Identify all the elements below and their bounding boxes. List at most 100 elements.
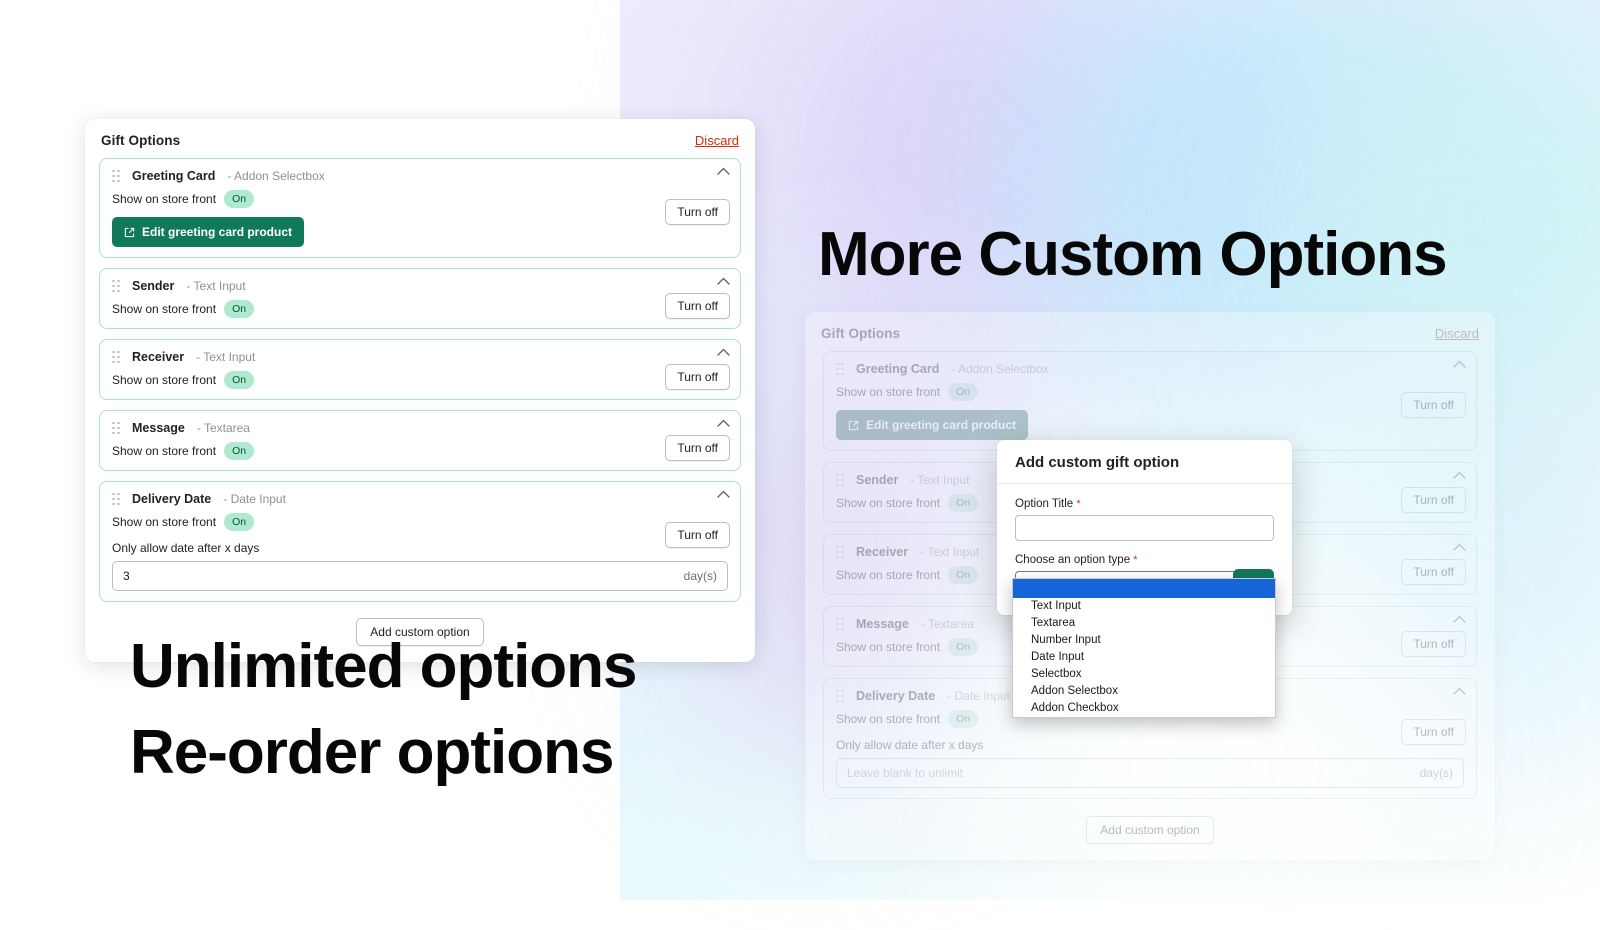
status-badge: On xyxy=(224,513,255,531)
drag-handle-icon[interactable] xyxy=(836,617,845,631)
drag-handle-icon[interactable] xyxy=(836,545,845,559)
turn-off-button[interactable]: Turn off xyxy=(1401,392,1466,418)
chevron-up-icon[interactable] xyxy=(1453,471,1466,479)
dropdown-item-blank[interactable] xyxy=(1013,579,1275,598)
option-name: Greeting Card xyxy=(132,169,216,183)
option-name: Delivery Date xyxy=(856,689,936,703)
edit-greeting-card-product-label: Edit greeting card product xyxy=(142,225,293,239)
show-on-store-front-label: Show on store front xyxy=(112,192,217,206)
option-name: Message xyxy=(132,421,185,435)
option-name: Message xyxy=(856,617,909,631)
chevron-up-icon[interactable] xyxy=(717,419,730,427)
drag-handle-icon[interactable] xyxy=(836,362,845,376)
chevron-up-icon[interactable] xyxy=(717,348,730,356)
option-header: Receiver - Text Input xyxy=(112,350,728,364)
status-badge: On xyxy=(948,494,979,512)
option-title-input[interactable] xyxy=(1015,515,1274,541)
edit-greeting-card-product-button[interactable]: Edit greeting card product xyxy=(112,217,305,247)
option-type: - Addon Selectbox xyxy=(227,169,325,183)
turn-off-button[interactable]: Turn off xyxy=(665,435,730,461)
chevron-up-icon[interactable] xyxy=(717,490,730,498)
chevron-up-icon[interactable] xyxy=(1453,687,1466,695)
dropdown-item-date-input[interactable]: Date Input xyxy=(1013,649,1275,666)
add-custom-option-button[interactable]: Add custom option xyxy=(1086,816,1214,844)
option-card-greeting-card[interactable]: Greeting Card - Addon Selectbox Show on … xyxy=(823,351,1477,451)
headline-left-line1: Unlimited options xyxy=(130,632,638,701)
delivery-days-suffix: day(s) xyxy=(1419,766,1453,780)
delivery-days-value: 3 xyxy=(123,569,130,583)
chevron-up-icon[interactable] xyxy=(1453,543,1466,551)
option-type: - Date Input xyxy=(947,689,1010,703)
status-badge: On xyxy=(224,442,255,460)
edit-greeting-card-product-button[interactable]: Edit greeting card product xyxy=(836,410,1029,440)
show-on-store-front-label: Show on store front xyxy=(836,712,941,726)
status-badge: On xyxy=(224,371,255,389)
option-type: - Text Input xyxy=(910,473,970,487)
chevron-up-icon[interactable] xyxy=(717,277,730,285)
show-on-store-front-label: Show on store front xyxy=(112,373,217,387)
option-card-delivery-date[interactable]: Delivery Date - Date Input Show on store… xyxy=(99,481,741,602)
status-badge: On xyxy=(948,638,979,656)
status-badge: On xyxy=(948,710,979,728)
drag-handle-icon[interactable] xyxy=(112,169,121,183)
discard-link[interactable]: Discard xyxy=(1435,326,1479,341)
option-card-receiver[interactable]: Receiver - Text Input Show on store fron… xyxy=(99,339,741,400)
option-name: Delivery Date xyxy=(132,492,212,506)
dropdown-item-text-input[interactable]: Text Input xyxy=(1013,598,1275,615)
page-title: Gift Options xyxy=(821,326,901,341)
turn-off-button[interactable]: Turn off xyxy=(665,199,730,225)
option-visibility-row: Show on store front On xyxy=(112,513,728,531)
turn-off-button[interactable]: Turn off xyxy=(665,522,730,548)
drag-handle-icon[interactable] xyxy=(112,350,121,364)
show-on-store-front-label: Show on store front xyxy=(836,496,941,510)
chevron-up-icon[interactable] xyxy=(1453,615,1466,623)
delivery-days-label: Only allow date after x days xyxy=(836,738,984,752)
delivery-days-input[interactable]: Leave blank to unlimit day(s) xyxy=(836,758,1464,788)
option-card-sender[interactable]: Sender - Text Input Show on store front … xyxy=(99,268,741,329)
chevron-up-icon[interactable] xyxy=(1453,360,1466,368)
turn-off-button[interactable]: Turn off xyxy=(1401,559,1466,585)
drag-handle-icon[interactable] xyxy=(112,421,121,435)
show-on-store-front-label: Show on store front xyxy=(112,515,217,529)
drag-handle-icon[interactable] xyxy=(112,492,121,506)
headline-right: More Custom Options xyxy=(818,220,1448,289)
chevron-up-icon[interactable] xyxy=(717,167,730,175)
turn-off-button[interactable]: Turn off xyxy=(665,364,730,390)
modal-title: Add custom gift option xyxy=(1015,454,1180,471)
option-header: Greeting Card - Addon Selectbox xyxy=(836,362,1464,376)
discard-link[interactable]: Discard xyxy=(695,133,739,148)
dropdown-item-addon-checkbox[interactable]: Addon Checkbox xyxy=(1013,700,1275,717)
option-name: Sender xyxy=(132,279,175,293)
turn-off-button[interactable]: Turn off xyxy=(665,293,730,319)
edit-greeting-card-product-label: Edit greeting card product xyxy=(866,418,1017,432)
option-card-message[interactable]: Message - Textarea Show on store front O… xyxy=(99,410,741,471)
option-type-label: Choose an option type * xyxy=(1015,554,1138,566)
option-header: Message - Textarea xyxy=(112,421,728,435)
turn-off-button[interactable]: Turn off xyxy=(1401,631,1466,657)
delivery-days-suffix: day(s) xyxy=(683,569,717,583)
dropdown-item-selectbox[interactable]: Selectbox xyxy=(1013,666,1275,683)
drag-handle-icon[interactable] xyxy=(836,689,845,703)
option-type-dropdown-list[interactable]: Text Input Textarea Number Input Date In… xyxy=(1012,578,1276,718)
dropdown-item-textarea[interactable]: Textarea xyxy=(1013,615,1275,632)
option-type: - Text Input xyxy=(186,279,246,293)
external-link-icon xyxy=(848,420,859,431)
required-asterisk: * xyxy=(1076,498,1081,510)
gift-options-panel: Gift Options Discard Greeting Card - Add… xyxy=(85,119,755,662)
page-title: Gift Options xyxy=(101,133,181,148)
option-name: Sender xyxy=(856,473,899,487)
delivery-days-placeholder: Leave blank to unlimit xyxy=(847,766,964,780)
dropdown-item-addon-selectbox[interactable]: Addon Selectbox xyxy=(1013,683,1275,700)
delivery-days-input[interactable]: 3 day(s) xyxy=(112,561,728,591)
option-visibility-row: Show on store front On xyxy=(112,300,728,318)
add-custom-option-row: Add custom option xyxy=(805,810,1495,860)
show-on-store-front-label: Show on store front xyxy=(836,640,941,654)
drag-handle-icon[interactable] xyxy=(836,473,845,487)
drag-handle-icon[interactable] xyxy=(112,279,121,293)
option-name: Receiver xyxy=(856,545,909,559)
dropdown-item-number-input[interactable]: Number Input xyxy=(1013,632,1275,649)
option-card-greeting-card[interactable]: Greeting Card - Addon Selectbox Show on … xyxy=(99,158,741,258)
turn-off-button[interactable]: Turn off xyxy=(1401,487,1466,513)
turn-off-button[interactable]: Turn off xyxy=(1401,719,1466,745)
show-on-store-front-label: Show on store front xyxy=(112,302,217,316)
